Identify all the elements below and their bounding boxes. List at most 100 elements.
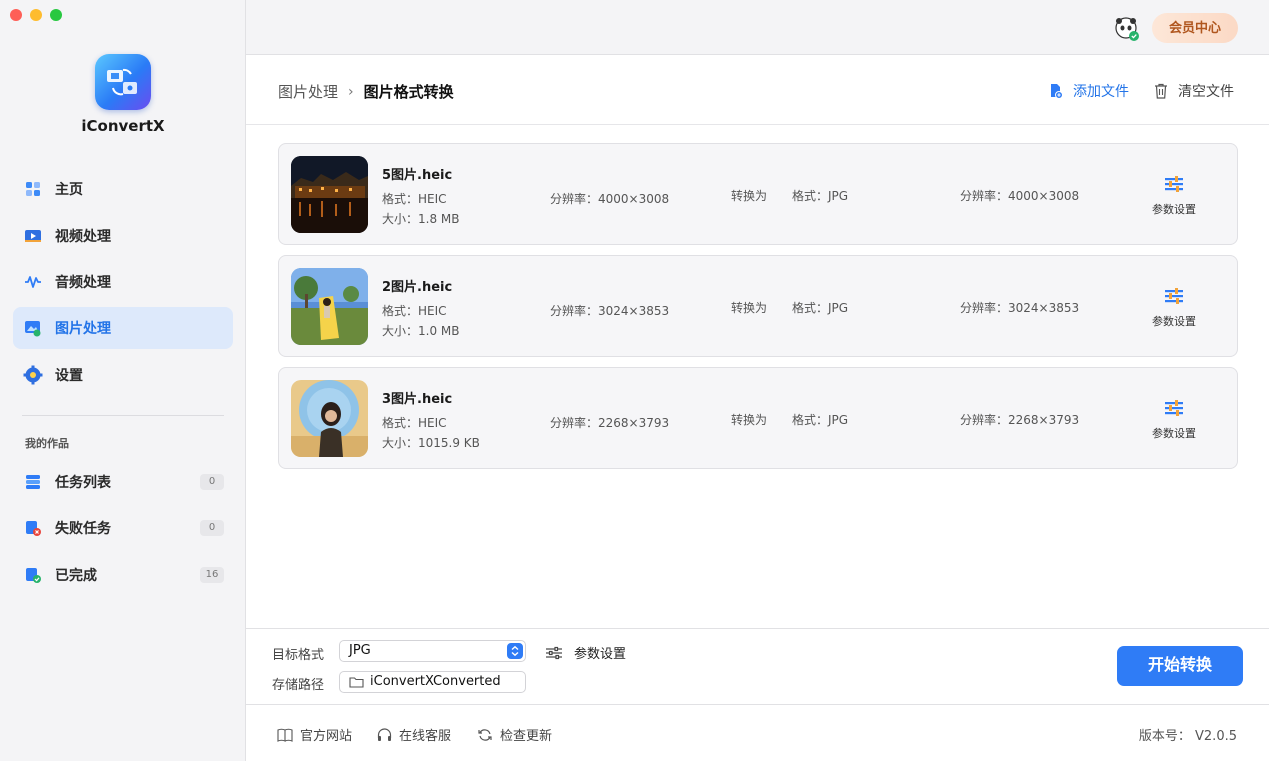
sidebar-item-failed-tasks[interactable]: 失败任务 0: [13, 507, 233, 549]
minimize-window-button[interactable]: [30, 9, 42, 21]
failed-task-icon: [23, 518, 43, 538]
sliders-icon: [1165, 176, 1183, 192]
window-controls: [10, 9, 62, 21]
headphones-icon: [377, 727, 392, 741]
page-title: 图片格式转换: [363, 83, 454, 101]
file-thumbnail: [291, 268, 368, 345]
output-params-button[interactable]: 参数设置: [546, 643, 626, 662]
file-thumbnail: [291, 380, 368, 457]
file-resolution: 分辨率：2268×3793: [550, 416, 670, 430]
sidebar-item-label: 任务列表: [55, 475, 111, 491]
sidebar-item-label: 音频处理: [55, 275, 111, 291]
app-logo-icon: [95, 54, 151, 110]
file-name: 5图片.heic: [382, 168, 453, 183]
save-path-field[interactable]: iConvertXConverted: [339, 671, 526, 693]
task-list-icon: [23, 472, 43, 492]
check-update-link[interactable]: 检查更新: [477, 725, 552, 744]
params-label: 参数设置: [1152, 427, 1196, 440]
target-format-select[interactable]: JPG: [339, 640, 526, 662]
output-params-label: 参数设置: [574, 647, 627, 662]
sidebar-item-label: 设置: [55, 368, 83, 384]
target-format: 格式：JPG: [792, 301, 849, 315]
target-format-value: JPG: [349, 643, 371, 658]
sidebar-item-label: 已完成: [55, 568, 97, 584]
sliders-icon: [546, 646, 562, 659]
sidebar-item-label: 主页: [55, 182, 83, 198]
breadcrumb-separator: ›: [348, 83, 354, 100]
sidebar-item-task-list[interactable]: 任务列表 0: [13, 461, 233, 503]
avatar[interactable]: [1114, 16, 1140, 42]
sidebar-item-label: 失败任务: [55, 521, 111, 537]
file-size: 大小：1015.9 KB: [382, 436, 480, 450]
file-params-button[interactable]: 参数设置: [1139, 288, 1209, 329]
target-resolution: 分辨率：3024×3853: [960, 301, 1080, 315]
convert-to-label: 转换为: [731, 301, 768, 315]
sidebar-divider: [22, 415, 224, 416]
sliders-icon: [1165, 288, 1183, 304]
file-format: 格式：HEIC: [382, 416, 447, 430]
website-label: 官方网站: [300, 729, 353, 744]
sidebar: iConvertX 主页 视频处理 音频处理 图片处理 设置 我的作品 任务列表…: [0, 0, 246, 761]
target-format: 格式：JPG: [792, 413, 849, 427]
video-icon: [23, 226, 43, 246]
add-file-icon: [1051, 84, 1063, 99]
version-text: 版本号： V2.0.5: [1138, 729, 1237, 744]
book-icon: [277, 728, 293, 742]
section-label: 我的作品: [25, 437, 69, 450]
sidebar-item-label: 图片处理: [55, 321, 111, 337]
support-link[interactable]: 在线客服: [377, 725, 451, 744]
website-link[interactable]: 官方网站: [277, 725, 352, 744]
target-resolution: 分辨率：4000×3008: [960, 189, 1080, 203]
clear-files-button[interactable]: 清空文件: [1154, 81, 1234, 101]
sidebar-item-video[interactable]: 视频处理: [13, 215, 233, 257]
file-card[interactable]: 3图片.heic 格式：HEIC 大小：1015.9 KB 分辨率：2268×3…: [278, 367, 1238, 469]
file-params-button[interactable]: 参数设置: [1139, 400, 1209, 441]
refresh-icon: [478, 728, 492, 741]
target-format: 格式：JPG: [792, 189, 849, 203]
sidebar-item-settings[interactable]: 设置: [13, 354, 233, 396]
file-resolution: 分辨率：4000×3008: [550, 192, 670, 206]
count-badge: 16: [200, 567, 224, 583]
save-path-value: iConvertXConverted: [370, 674, 501, 689]
top-bar: 会员中心: [246, 0, 1269, 55]
file-name: 2图片.heic: [382, 280, 453, 295]
sidebar-item-home[interactable]: 主页: [13, 168, 233, 210]
params-label: 参数设置: [1152, 203, 1196, 216]
chevron-updown-icon: [507, 643, 523, 659]
output-settings-bar: 目标格式 JPG 参数设置 存储路径 iConvertXConverted 开始…: [246, 628, 1269, 705]
sidebar-item-image[interactable]: 图片处理: [13, 307, 233, 349]
audio-wave-icon: [23, 272, 43, 292]
file-params-button[interactable]: 参数设置: [1139, 176, 1209, 217]
image-icon: [23, 318, 43, 338]
save-path-label: 存储路径: [272, 678, 325, 693]
file-resolution: 分辨率：3024×3853: [550, 304, 670, 318]
sidebar-item-audio[interactable]: 音频处理: [13, 261, 233, 303]
sidebar-item-completed[interactable]: 已完成 16: [13, 554, 233, 596]
file-size: 大小：1.8 MB: [382, 212, 460, 226]
breadcrumb-parent[interactable]: 图片处理: [278, 81, 338, 102]
file-name: 3图片.heic: [382, 392, 453, 407]
target-format-label: 目标格式: [272, 648, 325, 663]
file-thumbnail: [291, 156, 368, 233]
file-card[interactable]: 2图片.heic 格式：HEIC 大小：1.0 MB 分辨率：3024×3853…: [278, 255, 1238, 357]
page-header: 图片处理 › 图片格式转换 添加文件 清空文件: [246, 55, 1269, 125]
clear-files-label: 清空文件: [1178, 84, 1234, 100]
file-card[interactable]: 5图片.heic 格式：HEIC 大小：1.8 MB 分辨率：4000×3008…: [278, 143, 1238, 245]
gear-icon: [23, 365, 43, 385]
convert-to-label: 转换为: [731, 413, 768, 427]
add-file-button[interactable]: 添加文件: [1049, 81, 1129, 101]
zoom-window-button[interactable]: [50, 9, 62, 21]
sidebar-item-label: 视频处理: [55, 229, 111, 245]
member-center-button[interactable]: 会员中心: [1152, 13, 1238, 43]
close-window-button[interactable]: [10, 9, 22, 21]
count-badge: 0: [200, 520, 224, 536]
file-size: 大小：1.0 MB: [382, 324, 460, 338]
start-convert-button[interactable]: 开始转换: [1117, 646, 1243, 686]
count-badge: 0: [200, 474, 224, 490]
target-resolution: 分辨率：2268×3793: [960, 413, 1080, 427]
check-update-label: 检查更新: [500, 729, 553, 744]
app-name: iConvertX: [81, 117, 165, 135]
file-format: 格式：HEIC: [382, 192, 447, 206]
support-label: 在线客服: [399, 729, 452, 744]
convert-to-label: 转换为: [731, 189, 768, 203]
